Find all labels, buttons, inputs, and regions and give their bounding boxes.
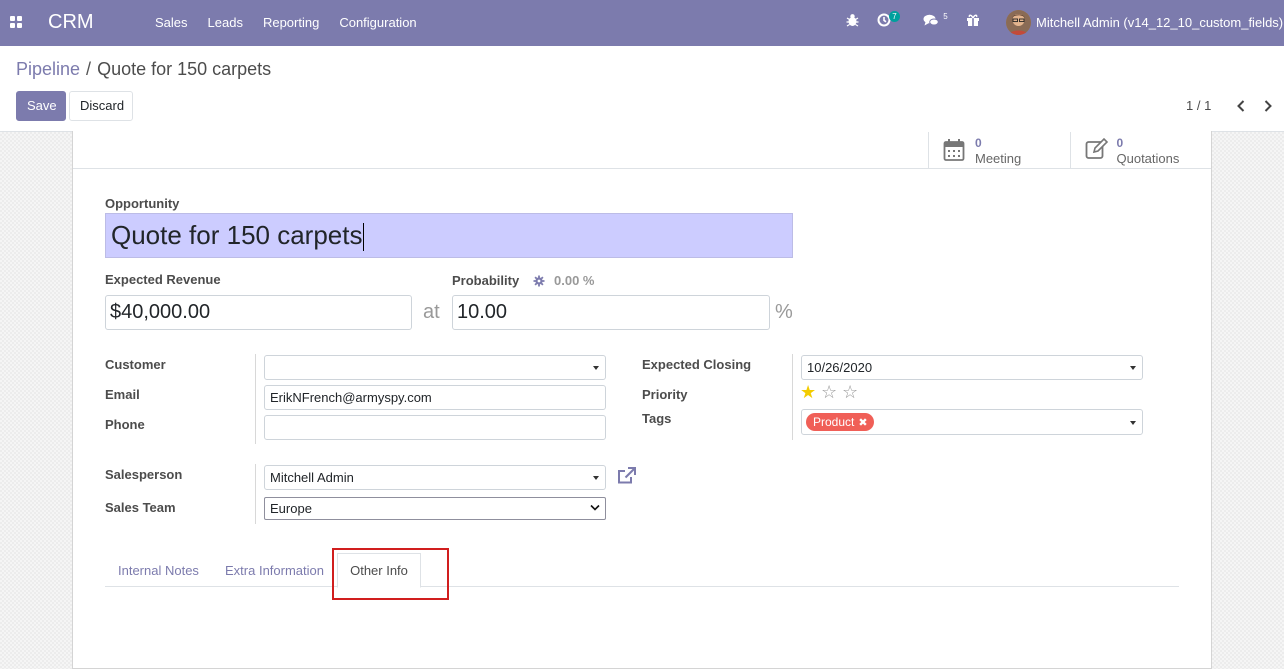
save-button[interactable]: Save [16, 91, 66, 121]
menu-item-leads[interactable]: Leads [208, 15, 243, 30]
breadcrumb-separator: / [86, 59, 92, 79]
pager-previous-icon[interactable] [1236, 99, 1246, 113]
pager-value[interactable]: 1 / 1 [1186, 98, 1211, 113]
quotations-label: Quotations [1116, 151, 1180, 166]
expected-revenue-label: Expected Revenue [105, 272, 221, 287]
tab-extra-information[interactable]: Extra Information [225, 563, 324, 578]
automated-probability-gear-icon[interactable] [533, 275, 545, 287]
tag-badge: Product ✖ [806, 413, 874, 431]
expected-closing-label: Expected Closing [642, 357, 752, 372]
edit-icon [1085, 138, 1108, 159]
probability-label: Probability [452, 273, 520, 288]
priority-star-icon[interactable]: ☆ [821, 382, 837, 402]
customer-label: Customer [105, 357, 166, 372]
menu-item-configuration[interactable]: Configuration [339, 15, 416, 30]
menu-item-reporting[interactable]: Reporting [263, 15, 319, 30]
apps-menu-icon[interactable] [10, 16, 22, 28]
phone-label: Phone [105, 417, 145, 432]
quotations-count: 0 [1116, 136, 1124, 150]
text-cursor [363, 223, 365, 252]
user-menu[interactable]: Mitchell Admin (v14_12_10_custom_fields) [1036, 15, 1283, 30]
group-divider [255, 354, 256, 444]
meeting-count: 0 [975, 136, 982, 150]
meeting-smart-button[interactable]: 0 Meeting [928, 132, 1070, 169]
probability-input[interactable]: 10.00 [452, 295, 770, 330]
chevron-down-icon [593, 366, 599, 370]
breadcrumb-current: Quote for 150 carpets [97, 59, 272, 79]
expected-revenue-input[interactable]: $40,000.00 [105, 295, 412, 330]
message-count-badge: 5 [943, 12, 948, 21]
group-divider [792, 354, 793, 440]
tab-internal-notes[interactable]: Internal Notes [118, 563, 199, 578]
external-link-icon[interactable] [617, 467, 637, 487]
gift-icon[interactable] [966, 13, 980, 33]
automated-probability-value: 0.00 % [554, 273, 595, 288]
opportunity-name-input[interactable]: Quote for 150 carpets [105, 213, 793, 258]
chevron-down-icon [1130, 366, 1136, 370]
expected-closing-date-input[interactable]: 10/26/2020 [801, 355, 1143, 380]
activity-clock-icon[interactable]: 7 [877, 11, 901, 33]
expected-closing-value: 10/26/2020 [807, 360, 873, 375]
app-brand[interactable]: CRM [48, 11, 94, 34]
salesperson-select[interactable]: Mitchell Admin [264, 465, 606, 490]
quotations-smart-button[interactable]: 0 Quotations [1069, 132, 1212, 169]
user-avatar[interactable] [1006, 10, 1031, 35]
sales-team-label: Sales Team [105, 500, 176, 515]
chevron-down-icon [1130, 421, 1136, 425]
opportunity-label: Opportunity [105, 196, 180, 211]
main-menu: Sales Leads Reporting Configuration [155, 15, 417, 30]
priority-label: Priority [642, 387, 688, 402]
salesperson-label: Salesperson [105, 467, 183, 482]
breadcrumb-pipeline-link[interactable]: Pipeline [16, 59, 80, 79]
customer-select[interactable] [264, 355, 606, 380]
smart-button-box: 0 Meeting 0 Quotations [928, 132, 1211, 169]
percent-sign: % [775, 301, 793, 323]
chevron-down-icon [590, 504, 600, 511]
breadcrumb: Pipeline / Quote for 150 carpets [16, 59, 271, 80]
priority-star-icon[interactable]: ☆ [842, 382, 858, 402]
priority-star-icon[interactable]: ★ [800, 382, 816, 402]
sales-team-select[interactable]: Europe [264, 497, 606, 520]
tags-label: Tags [642, 411, 672, 426]
top-navbar: CRM Sales Leads Reporting Configuration … [0, 0, 1284, 46]
notebook-tabs: Internal Notes Extra Information [105, 553, 1179, 587]
calendar-icon [943, 139, 965, 161]
discard-button[interactable]: Discard [69, 91, 133, 121]
at-label: at [423, 301, 440, 323]
phone-input[interactable] [264, 415, 606, 440]
chevron-down-icon [593, 476, 599, 480]
pager-next-icon[interactable] [1263, 99, 1273, 113]
menu-item-sales[interactable]: Sales [155, 15, 188, 30]
opportunity-name-value: Quote for 150 carpets [111, 220, 363, 250]
highlight-box [332, 548, 449, 600]
activity-count-badge: 7 [889, 11, 900, 22]
email-label: Email [105, 387, 140, 402]
meeting-label: Meeting [975, 151, 1022, 166]
email-input[interactable]: ErikNFrench@armyspy.com [264, 385, 606, 410]
salesperson-value: Mitchell Admin [270, 470, 354, 485]
messages-chat-icon[interactable]: 5 [923, 12, 949, 33]
group-divider [255, 464, 256, 524]
tag-label: Product [813, 415, 855, 429]
debug-bug-icon[interactable] [846, 13, 860, 33]
remove-tag-icon[interactable]: ✖ [858, 417, 867, 429]
sales-team-value: Europe [270, 501, 312, 516]
